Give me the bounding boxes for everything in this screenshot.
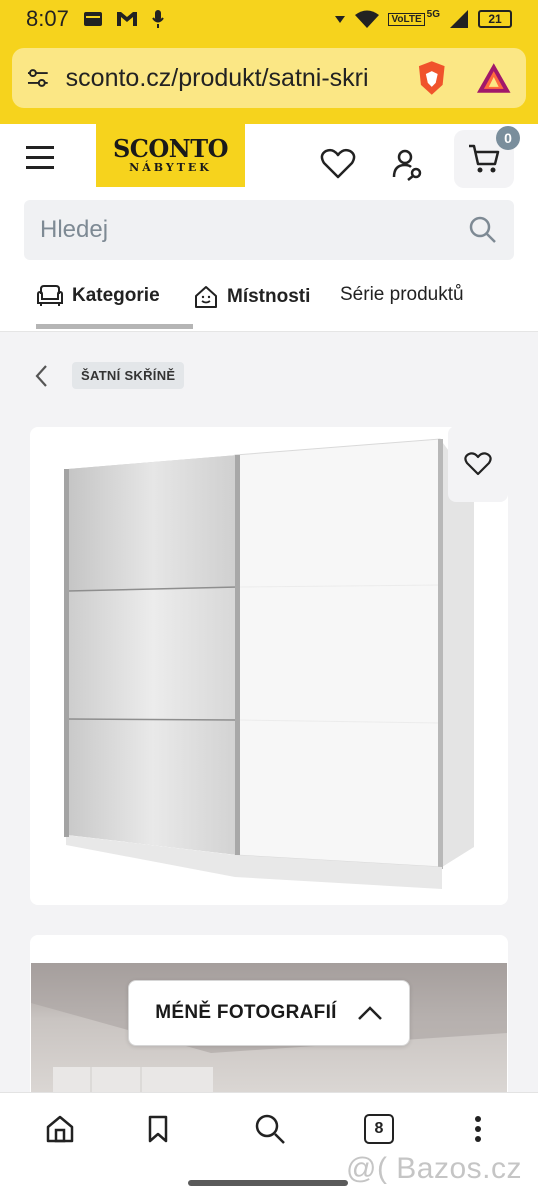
home-button[interactable] (42, 1111, 78, 1147)
more-menu-button[interactable] (460, 1111, 496, 1147)
back-chevron-icon[interactable] (34, 363, 50, 389)
breadcrumb: ŠATNÍ SKŘÍNĚ (34, 362, 185, 389)
site-header: SCONTO NÁBYTEK 0 (0, 124, 538, 200)
smile-icon (195, 286, 217, 308)
search-icon (255, 1114, 285, 1144)
tab-label: Místnosti (227, 286, 311, 307)
bookmarks-button[interactable] (140, 1111, 176, 1147)
hamburger-menu-icon[interactable] (26, 146, 58, 174)
active-tab-indicator (36, 324, 193, 329)
status-bar: 8:07 VoLTE 5G 21 (0, 0, 538, 38)
tab-label: Série produktů (340, 284, 464, 305)
user-key-icon (392, 149, 422, 181)
status-time: 8:07 (26, 6, 69, 31)
search-input[interactable]: Hledej (24, 200, 514, 260)
brave-rewards-icon[interactable] (475, 61, 512, 95)
bookmark-icon (148, 1115, 168, 1143)
cart-icon (469, 144, 500, 173)
tab-kategorie[interactable]: Kategorie (36, 284, 160, 308)
product-image-card[interactable] (30, 427, 508, 905)
gmail-icon (116, 12, 137, 26)
brave-shield-icon[interactable] (415, 59, 449, 97)
cart-count-badge: 0 (496, 126, 520, 150)
logo-subtitle: NÁBYTEK (129, 160, 212, 174)
account-button[interactable] (378, 134, 438, 194)
tabs-button[interactable]: 8 (361, 1111, 397, 1147)
chevron-up-icon (357, 1006, 382, 1020)
show-fewer-photos-label: MÉNĚ FOTOGRAFIÍ (155, 1002, 337, 1023)
network-label: 5G (426, 8, 440, 20)
breadcrumb-category[interactable]: ŠATNÍ SKŘÍNĚ (72, 362, 185, 389)
more-vertical-icon (475, 1116, 481, 1142)
volte-label: VoLTE (388, 12, 425, 26)
site-settings-icon (27, 69, 48, 87)
wardrobe-image (64, 438, 474, 889)
url-text[interactable]: sconto.cz/produkt/satni-skri (66, 64, 401, 93)
wishlist-button[interactable] (308, 134, 368, 194)
bazos-watermark: @( Bazos.cz (346, 1152, 522, 1185)
address-bar[interactable]: sconto.cz/produkt/satni-skri (12, 48, 526, 108)
microphone-icon (152, 10, 164, 28)
battery-icon: 21 (478, 10, 512, 28)
search-placeholder: Hledej (40, 216, 109, 243)
tab-count: 8 (364, 1114, 394, 1144)
search-icon[interactable] (468, 215, 498, 245)
status-system-icons: VoLTE 5G 21 (334, 9, 512, 29)
cart-button[interactable]: 0 (454, 126, 520, 188)
data-arrows-icon (335, 16, 346, 23)
tab-serie-produktu[interactable]: Série produktů (340, 284, 490, 306)
signal-icon (450, 10, 468, 28)
tab-label: Kategorie (72, 285, 160, 306)
heart-icon (464, 452, 492, 476)
battery-level: 21 (488, 12, 502, 26)
show-fewer-photos-button[interactable]: MÉNĚ FOTOGRAFIÍ (128, 980, 410, 1046)
tab-mistnosti[interactable]: Místnosti (193, 284, 310, 310)
status-notification-icons (83, 9, 165, 29)
add-to-wishlist-button[interactable] (448, 426, 508, 502)
wallet-icon (83, 12, 102, 26)
search-button[interactable] (252, 1111, 288, 1147)
wifi-icon (355, 10, 380, 28)
home-icon (46, 1115, 74, 1143)
gesture-handle[interactable] (188, 1180, 348, 1186)
sofa-icon (37, 285, 63, 306)
sconto-logo[interactable]: SCONTO NÁBYTEK (96, 124, 245, 187)
category-tabs: Kategorie Místnosti Série produktů (0, 268, 538, 332)
browser-toolbar: sconto.cz/produkt/satni-skri (0, 38, 538, 124)
heart-icon (320, 148, 356, 179)
logo-wordmark: SCONTO (112, 133, 229, 163)
search-section: Hledej (0, 200, 538, 268)
